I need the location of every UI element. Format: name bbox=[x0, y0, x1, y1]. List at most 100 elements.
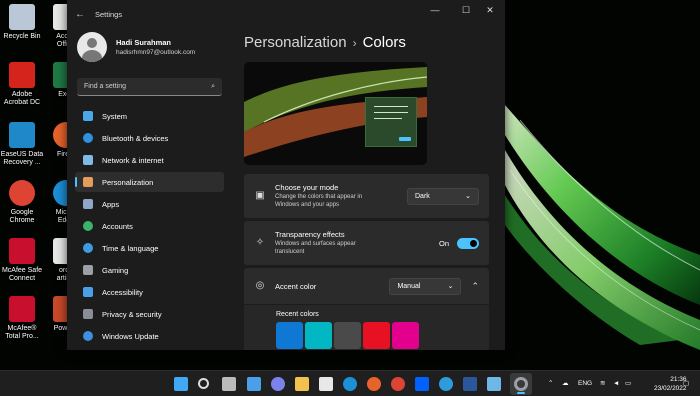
desktop-icon-label: Recycle Bin bbox=[3, 33, 41, 40]
battery-icon[interactable]: ▭ bbox=[625, 371, 631, 396]
mcafee-icon bbox=[9, 296, 35, 322]
sidebar-item-gaming[interactable]: Gaming bbox=[75, 260, 224, 280]
notification-icon[interactable]: ▢ bbox=[683, 371, 689, 396]
back-arrow-icon[interactable]: ← bbox=[75, 9, 89, 20]
preview-line bbox=[374, 118, 402, 119]
mode-value: Dark bbox=[415, 192, 430, 200]
language-indicator[interactable]: ENG bbox=[578, 371, 592, 396]
preview-line bbox=[374, 112, 408, 113]
wifi-icon[interactable]: ≋ bbox=[600, 371, 605, 396]
recent-colors-panel: Recent colors bbox=[244, 305, 489, 350]
settings-window: ← Settings — ☐ ✕ Hadi Surahman hadisrhmn… bbox=[67, 0, 505, 350]
transparency-description: Windows and surfaces appear translucent bbox=[275, 241, 356, 255]
chrome-icon bbox=[9, 180, 35, 206]
sidebar-item-bluetooth[interactable]: Bluetooth & devices bbox=[75, 128, 224, 148]
theme-preview bbox=[244, 62, 427, 165]
widgets-icon[interactable] bbox=[247, 377, 261, 391]
sidebar-item-label: Apps bbox=[102, 199, 120, 209]
color-swatch[interactable] bbox=[276, 322, 303, 349]
shield-icon bbox=[83, 309, 93, 319]
accent-color-card[interactable]: ◎ Accent color Manual ⌄ ⌃ bbox=[244, 268, 489, 304]
chrome-icon[interactable] bbox=[391, 377, 405, 391]
windows-start-icon[interactable] bbox=[174, 377, 188, 391]
accessibility-icon bbox=[83, 287, 93, 297]
taskbar: ⌃ ☁ ENG ≋ ◄ ▭ 21:36 23/02/2022 ▢ bbox=[0, 370, 700, 396]
sidebar-item-label: Bluetooth & devices bbox=[102, 133, 169, 143]
desktop-icon-chrome[interactable]: Google Chrome bbox=[0, 180, 44, 225]
toggle-switch[interactable] bbox=[457, 237, 479, 249]
photos-icon[interactable] bbox=[439, 377, 453, 391]
sidebar-item-label: Personalization bbox=[102, 177, 154, 187]
profile-email: hadisrhmn97@outlook.com bbox=[116, 49, 196, 56]
search-input[interactable]: Find a setting ⌕ bbox=[77, 78, 222, 96]
clock[interactable]: 21:36 23/02/2022 bbox=[654, 375, 687, 393]
profile-name: Hadi Surahman bbox=[116, 38, 172, 47]
file-explorer-icon[interactable] bbox=[295, 377, 309, 391]
store-icon[interactable] bbox=[319, 377, 333, 391]
sidebar-item-apps[interactable]: Apps bbox=[75, 194, 224, 214]
sidebar-item-privacy-security[interactable]: Privacy & security bbox=[75, 304, 224, 324]
color-swatch[interactable] bbox=[392, 322, 419, 349]
sidebar-item-label: Privacy & security bbox=[102, 309, 162, 319]
sidebar-item-accounts[interactable]: Accounts bbox=[75, 216, 224, 236]
desktop-icon-mcafee-safe-connect[interactable]: McAfee Safe Connect bbox=[0, 238, 44, 283]
transparency-toggle[interactable]: On bbox=[438, 237, 479, 249]
chevron-up-icon[interactable]: ⌃ bbox=[548, 371, 553, 396]
maximize-button[interactable]: ☐ bbox=[454, 3, 478, 17]
preview-window bbox=[365, 97, 417, 147]
task-view-icon[interactable] bbox=[222, 377, 236, 391]
word-icon[interactable] bbox=[463, 377, 477, 391]
search-icon[interactable] bbox=[198, 378, 209, 389]
desktop-icon-label: Adobe Acrobat DC bbox=[3, 91, 41, 106]
volume-icon[interactable]: ◄ bbox=[613, 371, 619, 396]
mcafee-icon bbox=[9, 238, 35, 264]
sidebar-item-time-language[interactable]: Time & language bbox=[75, 238, 224, 258]
sidebar-item-system[interactable]: System bbox=[75, 106, 224, 126]
desktop-icon-label: Google Chrome bbox=[9, 209, 35, 224]
mode-title: Choose your mode bbox=[275, 183, 339, 192]
sidebar-item-label: Accessibility bbox=[102, 287, 143, 297]
toggle-state-label: On bbox=[438, 238, 449, 248]
color-swatch[interactable] bbox=[334, 322, 361, 349]
breadcrumb: Personalization › Colors bbox=[244, 28, 499, 58]
desktop-icon-acrobat[interactable]: Adobe Acrobat DC bbox=[0, 62, 44, 107]
sidebar-item-label: Windows Update bbox=[102, 331, 159, 341]
sidebar-item-network[interactable]: Network & internet bbox=[75, 150, 224, 170]
dropbox-icon[interactable] bbox=[415, 377, 429, 391]
settings-taskbar-button[interactable] bbox=[510, 373, 532, 395]
notepad-icon[interactable] bbox=[487, 377, 501, 391]
clock-time: 21:36 bbox=[670, 376, 687, 383]
sidebar-item-windows-update[interactable]: Windows Update bbox=[75, 326, 224, 346]
user-profile[interactable]: Hadi Surahman hadisrhmn97@outlook.com bbox=[67, 28, 232, 66]
color-swatch[interactable] bbox=[305, 322, 332, 349]
sidebar: Hadi Surahman hadisrhmn97@outlook.com Fi… bbox=[67, 28, 232, 350]
firefox-icon[interactable] bbox=[367, 377, 381, 391]
settings-icon bbox=[514, 377, 528, 391]
mode-icon: ▣ bbox=[255, 190, 265, 201]
desktop-icon-recycle-bin[interactable]: Recycle Bin bbox=[0, 4, 44, 41]
clock-date: 23/02/2022 bbox=[654, 385, 687, 392]
color-swatch[interactable] bbox=[363, 322, 390, 349]
gaming-icon bbox=[83, 265, 93, 275]
sidebar-item-personalization[interactable]: Personalization bbox=[75, 172, 224, 192]
sidebar-item-label: Time & language bbox=[102, 243, 159, 253]
edge-icon[interactable] bbox=[343, 377, 357, 391]
close-button[interactable]: ✕ bbox=[478, 3, 502, 17]
desktop-icon-mcafee-total-protection[interactable]: McAfee® Total Pro... bbox=[0, 296, 44, 341]
sidebar-item-accessibility[interactable]: Accessibility bbox=[75, 282, 224, 302]
breadcrumb-parent[interactable]: Personalization bbox=[244, 34, 347, 51]
avatar bbox=[77, 32, 107, 62]
transparency-title: Transparency effects bbox=[275, 230, 345, 239]
mode-dropdown[interactable]: Dark ⌄ bbox=[407, 187, 479, 205]
chat-icon[interactable] bbox=[271, 377, 285, 391]
sidebar-item-label: System bbox=[102, 111, 128, 121]
cloud-icon[interactable]: ☁ bbox=[562, 371, 569, 396]
accent-title: Accent color bbox=[275, 281, 317, 291]
recent-colors-label: Recent colors bbox=[276, 311, 319, 318]
desktop-icon-easeus[interactable]: EaseUS Data Recovery ... bbox=[0, 122, 44, 167]
minimize-button[interactable]: — bbox=[423, 3, 447, 17]
chevron-up-icon[interactable]: ⌃ bbox=[471, 281, 479, 292]
desktop-icon-label: McAfee® Total Pro... bbox=[5, 325, 39, 340]
easeus-icon bbox=[9, 122, 35, 148]
accent-dropdown[interactable]: Manual ⌄ bbox=[389, 277, 462, 295]
